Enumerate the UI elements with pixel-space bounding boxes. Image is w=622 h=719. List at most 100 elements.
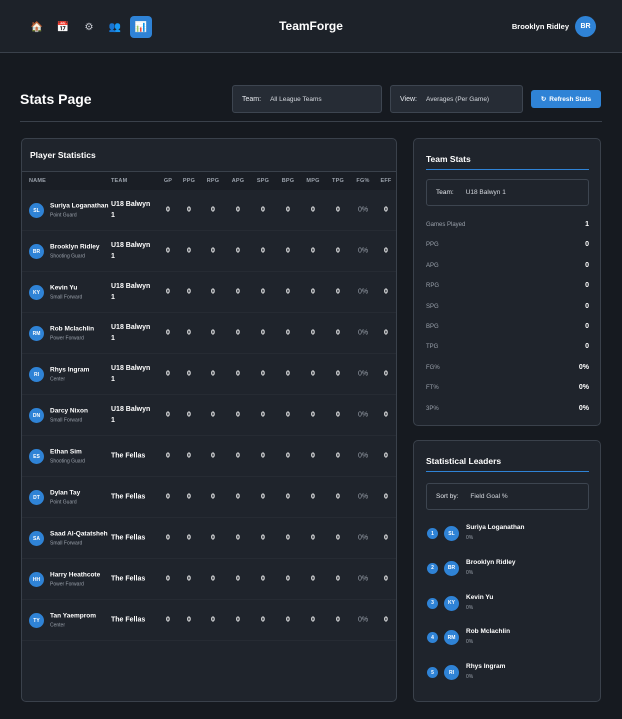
table-row[interactable]: SA Saad Al-Qatatsheh Small Forward The Fell… bbox=[22, 518, 396, 559]
leader-item[interactable]: 3 KY Kevin Yu 0% bbox=[426, 594, 591, 616]
stat-rpg: 0 bbox=[211, 616, 215, 624]
column-header-rpg[interactable]: RPG bbox=[203, 178, 223, 184]
team-filter-select[interactable]: Team: All League Teams bbox=[232, 85, 382, 113]
player-name[interactable]: Suriya Loganathan bbox=[50, 202, 110, 212]
stat-ppg: 0 bbox=[187, 329, 191, 337]
table-row[interactable]: DT Dylan Tay Point Guard The Fellas 0 0 0 0 0 0 0 0… bbox=[22, 477, 396, 518]
team-filter-label: Team: bbox=[242, 95, 262, 103]
column-header-tpg[interactable]: TPG bbox=[328, 178, 348, 184]
team-stat-row: PPG 0 bbox=[426, 239, 589, 253]
stat-tpg: 0 bbox=[336, 329, 340, 337]
player-name[interactable]: Harry Heathcote bbox=[50, 571, 110, 581]
view-filter-value: Averages (Per Game) bbox=[426, 95, 490, 103]
player-name[interactable]: Saad Al-Qatatsheh bbox=[50, 530, 110, 540]
column-header-fg-pct[interactable]: FG% bbox=[353, 178, 373, 184]
table-row[interactable]: KY Kevin Yu Small Forward U18 Balwyn 100000… bbox=[22, 272, 396, 313]
stat-ppg: 0 bbox=[187, 411, 191, 419]
column-header-eff[interactable]: EFF bbox=[376, 178, 396, 184]
player-info: Harry Heathcote Power Forward bbox=[50, 571, 110, 588]
column-header-team[interactable]: TEAM bbox=[111, 178, 127, 184]
team-stats-select[interactable]: Team: U18 Balwyn 1 bbox=[426, 179, 589, 206]
leader-item[interactable]: 1 SL Suriya Loganathan 0% bbox=[426, 524, 591, 546]
stat-ppg: 0 bbox=[187, 370, 191, 378]
player-name[interactable]: Rob Mclachlin bbox=[50, 325, 110, 335]
team-stat-value: 0% bbox=[578, 384, 589, 392]
team-stat-value: 0 bbox=[585, 343, 589, 351]
team-stat-value: 0 bbox=[585, 261, 589, 269]
leader-item[interactable]: 4 RM Rob Mclachlin 0% bbox=[426, 628, 591, 650]
player-avatar: TY bbox=[29, 613, 44, 628]
leader-item[interactable]: 2 BR Brooklyn Ridley 0% bbox=[426, 559, 591, 581]
stat-tpg: 0 bbox=[336, 575, 340, 583]
player-position: Power Forward bbox=[50, 581, 84, 588]
leader-name: Brooklyn Ridley bbox=[466, 558, 516, 566]
column-header-mpg[interactable]: MPG bbox=[303, 178, 323, 184]
player-name[interactable]: Darcy Nixon bbox=[50, 407, 110, 417]
refresh-stats-button[interactable]: ↻ Refresh Stats bbox=[531, 90, 601, 108]
leader-rank: 3 bbox=[427, 597, 438, 609]
column-header-apg[interactable]: APG bbox=[228, 178, 248, 184]
table-row[interactable]: RI Rhys Ingram Center U18 Balwyn 1000000000… bbox=[22, 354, 396, 395]
leaders-sort-value: Field Goal % bbox=[470, 493, 508, 500]
leader-rank: 2 bbox=[427, 562, 438, 574]
stat-fg: 0% bbox=[357, 329, 369, 337]
stat-rpg: 0 bbox=[211, 534, 215, 542]
team-stat-value: 1 bbox=[585, 221, 589, 228]
user-menu[interactable]: Brooklyn Ridley BR bbox=[512, 16, 596, 37]
player-name[interactable]: Ethan Sim bbox=[50, 448, 110, 458]
column-header-bpg[interactable]: BPG bbox=[278, 178, 298, 184]
team-stat-row: 3P% 0% bbox=[426, 403, 589, 417]
stat-bpg: 0 bbox=[286, 247, 290, 255]
table-row[interactable]: BR Brooklyn Ridley Shooting Guard U18 Balwy… bbox=[22, 231, 396, 272]
avatar[interactable]: BR bbox=[575, 16, 596, 37]
player-team: U18 Balwyn 1 bbox=[111, 242, 151, 260]
player-name[interactable]: Dylan Tay bbox=[50, 489, 110, 499]
stat-apg: 0 bbox=[236, 370, 240, 378]
player-avatar: DT bbox=[29, 490, 44, 505]
stat-bpg: 0 bbox=[286, 493, 290, 501]
table-row[interactable]: ES Ethan Sim Shooting Guard The Fellas 0 0 0 0 0… bbox=[22, 436, 396, 477]
stat-mpg: 0 bbox=[311, 370, 315, 378]
stat-ppg: 0 bbox=[187, 247, 191, 255]
stat-ppg: 0 bbox=[187, 288, 191, 296]
column-header-spg[interactable]: SPG bbox=[253, 178, 273, 184]
table-row[interactable]: SL Suriya Loganathan Point Guard U18 Balwyn… bbox=[22, 190, 396, 231]
player-position: Shooting Guard bbox=[50, 253, 86, 260]
player-name[interactable]: Kevin Yu bbox=[50, 284, 110, 294]
player-name[interactable]: Tan Yaemprom bbox=[50, 612, 110, 622]
column-header-gp[interactable]: GP bbox=[158, 178, 178, 184]
column-header-name[interactable]: NAME bbox=[29, 178, 46, 184]
table-row[interactable]: RM Rob Mclachlin Power Forward U18 Balwyn 1… bbox=[22, 313, 396, 354]
stat-rpg: 0 bbox=[211, 288, 215, 296]
player-name[interactable]: Brooklyn Ridley bbox=[50, 243, 110, 253]
statistical-leaders-panel: Statistical Leaders Sort by: Field Goal … bbox=[413, 440, 601, 702]
stat-tpg: 0 bbox=[336, 288, 340, 296]
refresh-stats-label: Refresh Stats bbox=[549, 95, 592, 103]
stat-fg: 0% bbox=[357, 575, 369, 583]
player-avatar: SA bbox=[29, 531, 44, 546]
player-name[interactable]: Rhys Ingram bbox=[50, 366, 110, 376]
leaders-sort-select[interactable]: Sort by: Field Goal % bbox=[426, 483, 589, 510]
table-row[interactable]: HH Harry Heathcote Power Forward The Fellas… bbox=[22, 559, 396, 600]
player-info: Darcy Nixon Small Forward bbox=[50, 407, 110, 424]
leader-rank: 4 bbox=[427, 632, 438, 644]
team-stat-value: 0 bbox=[585, 282, 589, 290]
stat-ppg: 0 bbox=[187, 534, 191, 542]
leader-item[interactable]: 5 RI Rhys Ingram 0% bbox=[426, 663, 591, 685]
view-filter-select[interactable]: View: Averages (Per Game) bbox=[390, 85, 523, 113]
column-header-ppg[interactable]: PPG bbox=[179, 178, 199, 184]
view-filter-label: View: bbox=[400, 95, 417, 103]
table-row[interactable]: DN Darcy Nixon Small Forward U18 Balwyn 100… bbox=[22, 395, 396, 436]
table-row[interactable]: TY Tan Yaemprom Center The Fellas 0 0 0 0 0 0 0 0 0%… bbox=[22, 600, 396, 641]
leader-name: Rob Mclachlin bbox=[466, 628, 511, 636]
stat-spg: 0 bbox=[261, 452, 265, 460]
stat-gp: 0 bbox=[166, 534, 170, 542]
leaders-sort-label: Sort by: bbox=[436, 493, 459, 500]
leader-avatar: RI bbox=[444, 665, 459, 681]
stat-spg: 0 bbox=[261, 575, 265, 583]
stat-tpg: 0 bbox=[336, 206, 340, 214]
team-stats-select-value: U18 Balwyn 1 bbox=[465, 189, 506, 196]
stat-mpg: 0 bbox=[311, 411, 315, 419]
team-stat-row: Games Played 1 bbox=[426, 219, 589, 233]
stat-eff: 0 bbox=[384, 206, 388, 214]
